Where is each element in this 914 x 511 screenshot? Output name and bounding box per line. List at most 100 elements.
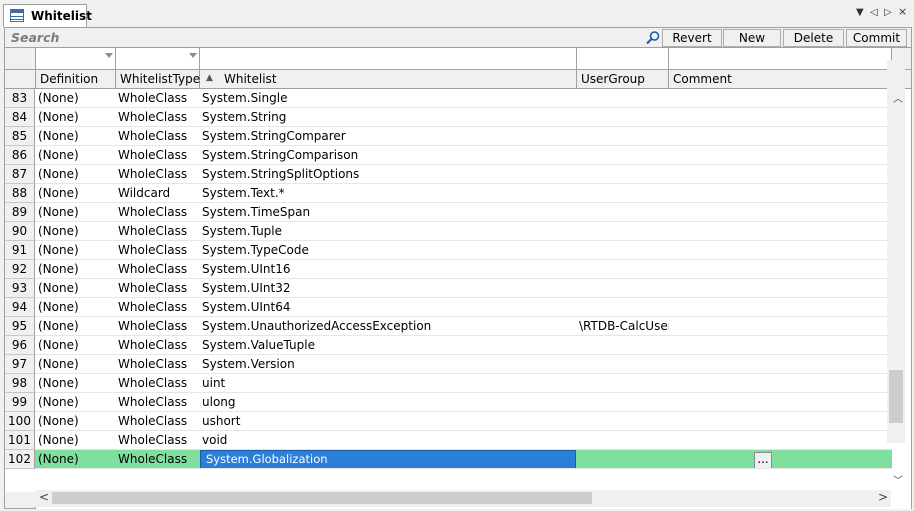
cell-definition[interactable]: (None) [38,89,116,108]
cell-usergroup[interactable] [579,412,669,431]
table-row[interactable]: 90 (None) WholeClass System.Tuple [5,222,892,241]
cell-whitelist[interactable]: System.UInt16 [202,260,577,279]
column-header-comment[interactable]: Comment [669,70,892,89]
row-number[interactable]: 101 [5,431,35,450]
row-number[interactable]: 95 [5,317,35,336]
table-row[interactable]: 86 (None) WholeClass System.StringCompariso… [5,146,892,165]
scroll-right-icon[interactable]: > [878,490,888,504]
cell-definition[interactable]: (None) [38,260,116,279]
cell-whitelisttype[interactable]: WholeClass [118,108,200,127]
search-label[interactable]: Search [11,30,59,45]
cell-usergroup[interactable] [579,298,669,317]
cell-whitelisttype[interactable]: WholeClass [118,203,200,222]
cell-whitelist[interactable]: System.StringSplitOptions [202,165,577,184]
cell-definition[interactable]: (None) [38,127,116,146]
cell-whitelist[interactable]: System.String [202,108,577,127]
cell-definition[interactable]: (None) [38,317,116,336]
table-row[interactable]: 85 (None) WholeClass System.StringComparer [5,127,892,146]
row-number[interactable]: 86 [5,146,35,165]
cell-whitelist[interactable]: System.StringComparison [202,146,577,165]
filter-whitelist[interactable] [200,48,577,70]
filter-comment[interactable] [669,48,892,70]
cell-definition[interactable]: (None) [38,450,116,469]
cell-whitelist[interactable]: System.UInt32 [202,279,577,298]
cell-comment[interactable] [671,412,891,431]
new-button[interactable]: New [723,29,781,47]
table-row[interactable]: 102 (None) WholeClass System.Globalization.… [5,450,892,469]
table-row[interactable]: 100 (None) WholeClass ushort [5,412,892,431]
filter-usergroup[interactable] [577,48,669,70]
cell-usergroup[interactable]: \RTDB-CalcUser [579,317,669,336]
cell-definition[interactable]: (None) [38,108,116,127]
cell-whitelist[interactable]: System.Version [202,355,577,374]
column-header-whitelisttype[interactable]: WhitelistType [116,70,200,89]
row-number[interactable]: 85 [5,127,35,146]
cell-whitelist[interactable]: System.TypeCode [202,241,577,260]
row-number[interactable]: 91 [5,241,35,260]
cell-definition[interactable]: (None) [38,431,116,450]
row-number[interactable]: 87 [5,165,35,184]
cell-whitelist[interactable]: System.Tuple [202,222,577,241]
cell-definition[interactable]: (None) [38,374,116,393]
cell-whitelisttype[interactable]: WholeClass [118,336,200,355]
cell-whitelisttype[interactable]: WholeClass [118,355,200,374]
table-row[interactable]: 91 (None) WholeClass System.TypeCode [5,241,892,260]
cell-comment[interactable] [671,431,891,450]
table-row[interactable]: 83 (None) WholeClass System.Single [5,89,892,108]
cell-comment[interactable] [671,298,891,317]
cell-definition[interactable]: (None) [38,241,116,260]
row-number[interactable]: 93 [5,279,35,298]
cell-whitelisttype[interactable]: WholeClass [118,241,200,260]
table-row[interactable]: 92 (None) WholeClass System.UInt16 [5,260,892,279]
scroll-up-icon[interactable]: ︿ [893,90,903,105]
cell-definition[interactable]: (None) [38,393,116,412]
cell-definition[interactable]: (None) [38,222,116,241]
cell-comment[interactable] [671,165,891,184]
column-header-usergroup[interactable]: UserGroup [577,70,669,89]
cell-definition[interactable]: (None) [38,203,116,222]
cell-definition[interactable]: (None) [38,146,116,165]
cell-definition[interactable]: (None) [38,298,116,317]
cell-usergroup[interactable] [579,450,669,469]
commit-button[interactable]: Commit [846,29,907,47]
cell-comment[interactable] [671,146,891,165]
cell-definition[interactable]: (None) [38,184,116,203]
cell-usergroup[interactable] [579,355,669,374]
cell-usergroup[interactable] [579,146,669,165]
cell-whitelisttype[interactable]: WholeClass [118,450,200,469]
cell-definition[interactable]: (None) [38,355,116,374]
table-row[interactable]: 88 (None) Wildcard System.Text.* [5,184,892,203]
table-row[interactable]: 84 (None) WholeClass System.String [5,108,892,127]
cell-comment[interactable] [671,260,891,279]
cell-whitelisttype[interactable]: Wildcard [118,184,200,203]
search-icon[interactable] [645,30,661,46]
cell-usergroup[interactable] [579,203,669,222]
cell-usergroup[interactable] [579,222,669,241]
cell-usergroup[interactable] [579,336,669,355]
cell-whitelisttype[interactable]: WholeClass [118,260,200,279]
column-header-whitelist[interactable]: ▲ Whitelist [200,70,577,89]
cell-whitelisttype[interactable]: WholeClass [118,374,200,393]
cell-whitelisttype[interactable]: WholeClass [118,431,200,450]
cell-usergroup[interactable] [579,279,669,298]
cell-usergroup[interactable] [579,260,669,279]
table-row[interactable]: 98 (None) WholeClass uint [5,374,892,393]
row-number[interactable]: 97 [5,355,35,374]
tab-whitelist[interactable]: Whitelist [3,4,92,27]
cell-comment[interactable] [671,203,891,222]
row-number[interactable]: 96 [5,336,35,355]
cell-comment[interactable] [671,108,891,127]
cell-usergroup[interactable] [579,89,669,108]
row-number[interactable]: 89 [5,203,35,222]
cell-usergroup[interactable] [579,374,669,393]
revert-button[interactable]: Revert [662,29,722,47]
cell-whitelist[interactable]: System.ValueTuple [202,336,577,355]
cell-usergroup[interactable] [579,393,669,412]
cell-whitelist[interactable]: ushort [202,412,577,431]
table-row[interactable]: 94 (None) WholeClass System.UInt64 [5,298,892,317]
row-number[interactable]: 83 [5,89,35,108]
row-number[interactable]: 100 [5,412,35,431]
cell-whitelisttype[interactable]: WholeClass [118,89,200,108]
table-row[interactable]: 101 (None) WholeClass void [5,431,892,450]
cell-whitelisttype[interactable]: WholeClass [118,165,200,184]
